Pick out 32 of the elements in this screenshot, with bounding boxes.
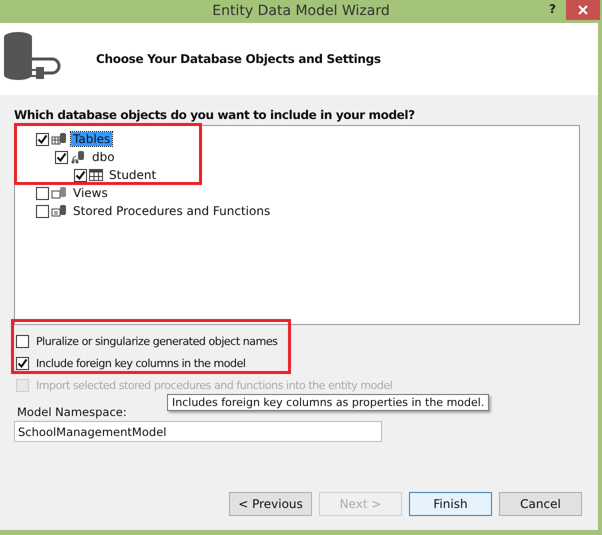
- procedures-icon: [51, 204, 67, 218]
- schema-icon: [70, 150, 86, 164]
- wizard-button[interactable]: < Previous: [229, 492, 312, 516]
- checkbox[interactable]: [74, 168, 87, 182]
- checkbox[interactable]: [36, 186, 49, 200]
- checkbox[interactable]: [36, 132, 49, 146]
- tooltip: Includes foreign key columns as properties in the model.: [167, 394, 490, 411]
- close-button[interactable]: [566, 0, 600, 20]
- namespace-field[interactable]: SchoolManagementModel: [14, 421, 382, 442]
- wizard-button[interactable]: Finish: [409, 492, 492, 516]
- checkbox[interactable]: [16, 334, 29, 348]
- page-heading: Choose Your Database Objects and Settings: [96, 52, 381, 66]
- views-icon: [51, 186, 67, 200]
- tree-item[interactable]: Views: [71, 186, 110, 200]
- checkbox[interactable]: [16, 356, 29, 370]
- tree-item[interactable]: dbo: [90, 150, 117, 164]
- tables-icon: [51, 132, 67, 146]
- close-icon: [578, 5, 588, 15]
- tree-item[interactable]: Tables: [71, 132, 112, 146]
- namespace-label: Model Namespace:: [17, 405, 127, 419]
- option-label: Include foreign key columns in the model: [36, 356, 246, 370]
- help-button[interactable]: ?: [549, 2, 556, 16]
- checkbox[interactable]: [36, 204, 49, 218]
- window-title: Entity Data Model Wizard: [212, 3, 390, 19]
- option-label: Import selected stored procedures and functions into the entity model: [36, 378, 392, 392]
- question-label: Which database objects do you want to include in your model?: [14, 108, 416, 124]
- table-icon: [89, 169, 103, 181]
- wizard-button[interactable]: Cancel: [499, 492, 582, 516]
- tree-item[interactable]: Student: [107, 168, 158, 182]
- option-label: Pluralize or singularize generated object names: [36, 334, 278, 348]
- checkbox[interactable]: [55, 150, 68, 164]
- tree-item[interactable]: Stored Procedures and Functions: [71, 204, 272, 218]
